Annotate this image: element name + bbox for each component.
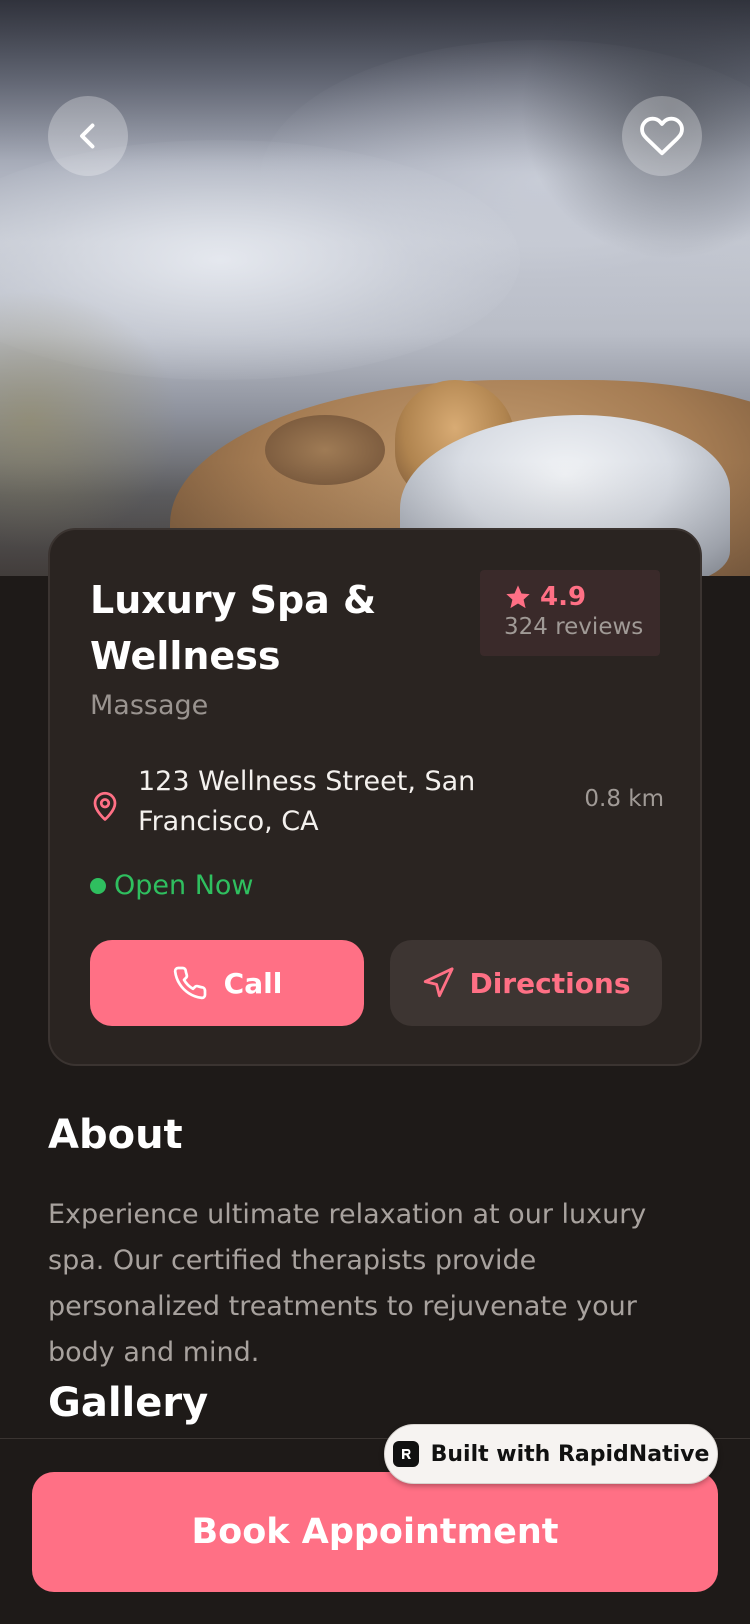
favorite-button[interactable] (622, 96, 702, 176)
rating-value: 4.9 (540, 582, 587, 612)
star-icon (506, 585, 530, 609)
directions-button[interactable]: Directions (390, 940, 662, 1026)
status-text: Open Now (114, 870, 254, 901)
hero-image (0, 0, 750, 576)
address-row[interactable]: 123 Wellness Street, San Francisco, CA 0… (90, 762, 664, 852)
call-label: Call (223, 966, 283, 1000)
back-button[interactable] (48, 96, 128, 176)
book-appointment-button[interactable]: Book Appointment (32, 1472, 718, 1592)
directions-label: Directions (469, 966, 631, 1000)
built-with-badge[interactable]: Built with RapidNative (384, 1424, 718, 1484)
about-heading: About (48, 1112, 183, 1158)
rating-badge: 4.9 324 reviews (480, 570, 660, 656)
call-button[interactable]: Call (90, 940, 364, 1026)
chevron-left-icon (80, 123, 95, 149)
open-status: Open Now (90, 870, 254, 901)
business-info-card: Luxury Spa & Wellness 4.9 324 reviews Ma… (48, 528, 702, 1066)
spa-detail-screen: Luxury Spa & Wellness 4.9 324 reviews Ma… (0, 0, 750, 1624)
rapidnative-logo-icon (392, 1441, 419, 1467)
business-category: Massage (90, 690, 209, 721)
review-count: 324 reviews (504, 614, 644, 640)
distance-text: 0.8 km (584, 786, 664, 812)
gallery-heading: Gallery (48, 1380, 209, 1426)
address-text: 123 Wellness Street, San Francisco, CA (138, 766, 476, 837)
about-description: Experience ultimate relaxation at our lu… (48, 1199, 647, 1368)
phone-icon (173, 966, 207, 1000)
built-with-label: Built with RapidNative (430, 1441, 710, 1467)
business-name: Luxury Spa & Wellness (90, 578, 377, 678)
map-pin-icon (93, 791, 117, 821)
status-dot-icon (90, 877, 106, 894)
navigation-icon (424, 967, 455, 998)
heart-icon (640, 116, 684, 156)
